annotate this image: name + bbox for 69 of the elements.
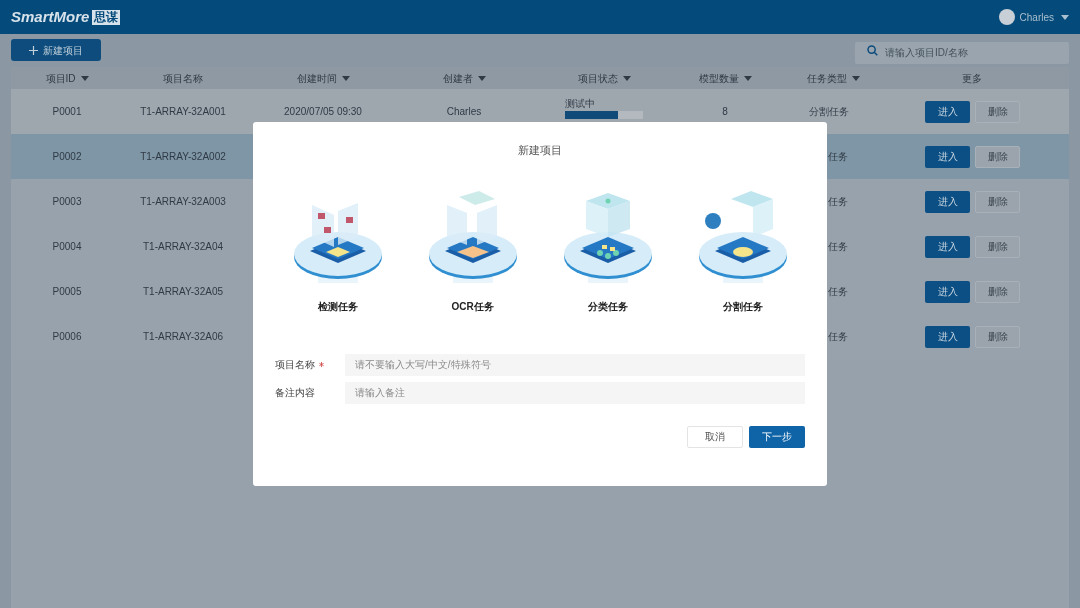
task-type-option[interactable]: 检测任务 xyxy=(270,184,405,314)
table-cell: T1-ARRAY-32A05 xyxy=(142,286,223,297)
avatar-icon[interactable] xyxy=(998,9,1015,25)
user-name[interactable]: Charles xyxy=(1019,9,1054,25)
task-type-option[interactable]: 分割任务 xyxy=(675,184,810,314)
table-cell: 任务 xyxy=(828,241,848,252)
field-label: 备注内容 xyxy=(275,386,316,400)
column-header[interactable]: 任务类型 xyxy=(806,70,847,86)
table-cell: 分割任务 xyxy=(809,106,849,117)
column-header[interactable]: 项目状态 xyxy=(577,70,618,86)
column-header[interactable]: 模型数量 xyxy=(698,70,739,86)
logo-badge: 思谋 xyxy=(92,9,121,25)
task-type-option[interactable]: 分类任务 xyxy=(540,184,675,314)
column-header: 项目名称 xyxy=(163,71,203,86)
table-cell: P0004 xyxy=(52,241,82,252)
table-cell: 任务 xyxy=(828,151,848,162)
enter-button[interactable]: 进入 xyxy=(925,235,970,258)
table-cell: 任务 xyxy=(828,331,848,342)
delete-button[interactable]: 删除 xyxy=(975,190,1020,213)
caret-icon xyxy=(851,75,860,81)
table-cell: P0006 xyxy=(52,331,82,342)
table-cell: P0002 xyxy=(52,151,82,162)
delete-button[interactable]: 删除 xyxy=(975,145,1020,168)
enter-button[interactable]: 进入 xyxy=(925,280,970,303)
caret-icon xyxy=(341,75,350,81)
cancel-button[interactable]: 取消 xyxy=(687,425,743,448)
enter-button[interactable]: 进入 xyxy=(925,190,970,213)
new-project-button[interactable]: 新建项目 xyxy=(11,39,101,61)
table-cell: P0003 xyxy=(52,196,82,207)
table-cell: 2020/07/05 09:30 xyxy=(284,106,362,117)
search-icon xyxy=(867,44,878,56)
table-cell: T1-ARRAY-32A003 xyxy=(140,196,226,207)
next-step-button[interactable]: 下一步 xyxy=(749,425,805,448)
table-cell: 任务 xyxy=(828,196,848,207)
dialog-title: 新建项目 xyxy=(518,143,562,158)
table-cell: P0001 xyxy=(52,106,82,117)
delete-button[interactable]: 删除 xyxy=(975,280,1020,303)
caret-icon xyxy=(743,75,752,81)
column-header[interactable]: 创建时间 xyxy=(296,70,337,86)
status-label: 测试中 xyxy=(565,98,596,109)
caret-icon xyxy=(1061,14,1069,20)
table-cell: 8 xyxy=(722,106,728,117)
plus-icon xyxy=(29,45,38,55)
column-header: 更多 xyxy=(962,71,982,86)
table-cell: T1-ARRAY-32A001 xyxy=(140,106,226,117)
text-input-field[interactable]: 请输入备注 xyxy=(345,381,805,404)
field-label: 项目名称 xyxy=(275,358,316,372)
delete-button[interactable]: 删除 xyxy=(975,235,1020,258)
table-cell: T1-ARRAY-32A04 xyxy=(142,241,223,252)
delete-button[interactable]: 删除 xyxy=(975,100,1020,123)
task-type-option[interactable]: OCR任务 xyxy=(405,184,540,314)
delete-button[interactable]: 删除 xyxy=(975,325,1020,348)
table-cell: 任务 xyxy=(828,286,848,297)
table-cell: T1-ARRAY-32A06 xyxy=(142,331,223,342)
table-cell: Charles xyxy=(446,106,482,117)
text-input-field[interactable]: 请不要输入大写/中文/特殊符号 xyxy=(345,353,805,376)
search-field[interactable]: 请输入项目ID/名称 xyxy=(855,41,1069,64)
caret-icon xyxy=(622,75,631,81)
enter-button[interactable]: 进入 xyxy=(925,100,970,123)
column-header[interactable]: 项目ID xyxy=(45,70,76,86)
table-cell: T1-ARRAY-32A002 xyxy=(140,151,226,162)
required-asterisk-icon xyxy=(319,362,324,367)
column-header[interactable]: 创建者 xyxy=(442,70,473,86)
caret-icon xyxy=(477,75,486,81)
table-cell: P0005 xyxy=(52,286,82,297)
logo-text: SmartMore xyxy=(11,6,90,27)
caret-icon xyxy=(80,75,89,81)
enter-button[interactable]: 进入 xyxy=(925,325,970,348)
enter-button[interactable]: 进入 xyxy=(925,145,970,168)
